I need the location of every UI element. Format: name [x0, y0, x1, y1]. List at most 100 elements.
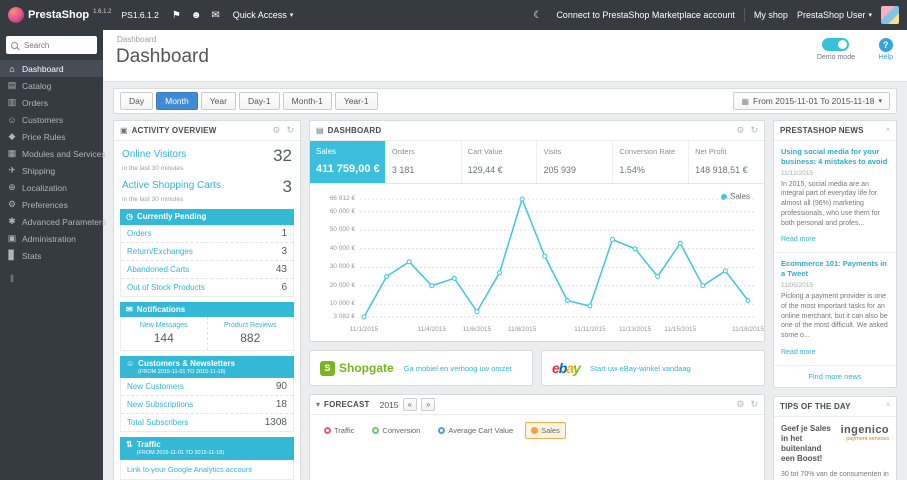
sidebar-item-advanced-parameters[interactable]: ✱ Advanced Parameters: [0, 213, 106, 230]
sidebar-item-customers[interactable]: ☺ Customers: [0, 111, 103, 128]
chart-data-point[interactable]: [451, 275, 457, 281]
refresh-icon[interactable]: ↻: [750, 399, 758, 410]
pending-orders-row[interactable]: Orders 1: [121, 225, 293, 243]
currently-pending-header: ◷ Currently Pending: [120, 209, 294, 225]
forecast-conversion-toggle[interactable]: Conversion: [366, 422, 426, 439]
chart-data-point[interactable]: [474, 309, 480, 315]
chart-data-point[interactable]: [722, 268, 728, 274]
chart-data-point[interactable]: [745, 298, 751, 304]
sidebar-item-shipping[interactable]: ✈ Shipping: [0, 162, 103, 179]
filter-month-1-button[interactable]: Month-1: [282, 92, 332, 110]
sidebar-item-label: Stats: [22, 250, 42, 261]
previous-year-button[interactable]: «: [402, 398, 417, 411]
demo-mode-toggle[interactable]: Demo mode: [817, 38, 855, 61]
chart-data-point[interactable]: [384, 273, 390, 279]
prestashop-logo-icon: [8, 7, 24, 23]
gear-icon[interactable]: ⚙: [272, 125, 280, 136]
forecast-sales-toggle[interactable]: Sales: [525, 422, 566, 439]
forecast-year[interactable]: 2015: [380, 400, 399, 410]
sidebar-item-localization[interactable]: ⊕ Localization: [0, 179, 103, 196]
refresh-icon[interactable]: ↻: [286, 125, 294, 136]
user-menu[interactable]: PrestaShop User ▾: [797, 10, 872, 20]
kpi-conversion-rate-tab[interactable]: Conversion Rate 1.54%: [613, 141, 690, 183]
gear-icon[interactable]: ⚙: [736, 399, 744, 410]
filter-year-1-button[interactable]: Year-1: [334, 92, 378, 110]
kpi-visits-tab[interactable]: Visits 205 939: [537, 141, 614, 183]
chart-data-point[interactable]: [361, 314, 367, 320]
chart-data-point[interactable]: [429, 283, 435, 289]
next-year-button[interactable]: »: [421, 398, 436, 411]
sidebar-item-catalog[interactable]: ▤ Catalog: [0, 77, 103, 94]
active-carts-link[interactable]: Active Shopping Carts: [122, 180, 221, 191]
sidebar-item-dashboard[interactable]: ⌂ Dashboard: [0, 60, 103, 77]
sidebar-search[interactable]: [6, 36, 97, 54]
forecast-traffic-toggle[interactable]: Traffic: [318, 422, 360, 439]
chart-data-point[interactable]: [564, 298, 570, 304]
pending-returns-row[interactable]: Return/Exchanges 3: [121, 243, 293, 261]
news-article-title[interactable]: Ecommerce 101: Payments in a Tweet: [781, 259, 889, 279]
new-customers-row[interactable]: New Customers 90: [121, 378, 293, 397]
read-more-link[interactable]: Read more: [781, 349, 816, 356]
quick-access-menu[interactable]: Quick Access ▾: [233, 10, 294, 20]
new-subscriptions-row[interactable]: New Subscriptions 18: [121, 396, 293, 415]
filter-day-1-button[interactable]: Day-1: [238, 92, 280, 110]
date-range-picker[interactable]: ▦ From 2015-11-01 To 2015-11-18 ▾: [733, 92, 890, 110]
kpi-sales-tab[interactable]: Sales 411 759,00 €: [310, 141, 386, 183]
prestashop-logo[interactable]: PrestaShop 1.6.1.2: [0, 7, 120, 23]
online-visitors-link[interactable]: Online Visitors: [122, 149, 186, 160]
moon-icon[interactable]: ☾: [533, 10, 542, 21]
new-messages-cell[interactable]: New Messages 144: [121, 317, 208, 351]
sidebar-item-price-rules[interactable]: ◆ Price Rules: [0, 128, 103, 145]
chart-data-point[interactable]: [406, 259, 412, 265]
chart-data-point[interactable]: [542, 253, 548, 259]
kpi-cart-value-tab[interactable]: Cart Value 129,44 €: [462, 141, 538, 183]
messages-notifications-icon[interactable]: ✉: [211, 10, 219, 21]
search-input[interactable]: [22, 39, 92, 51]
filter-year-button[interactable]: Year: [200, 92, 236, 110]
total-subscribers-row[interactable]: Total Subscribers 1308: [121, 414, 293, 431]
product-reviews-cell[interactable]: Product Reviews 882: [208, 317, 294, 350]
filter-month-button[interactable]: Month: [156, 92, 198, 110]
chart-data-point[interactable]: [677, 240, 683, 246]
chart-data-point[interactable]: [519, 196, 525, 202]
marketplace-link[interactable]: Connect to PrestaShop Marketplace accoun…: [556, 10, 735, 20]
find-more-news-link[interactable]: Find more news: [774, 364, 896, 387]
chart-data-point[interactable]: [700, 283, 706, 289]
sidebar-item-administration[interactable]: ▣ Administration: [0, 230, 103, 247]
news-article-title[interactable]: Using social media for your business: 4 …: [781, 147, 889, 167]
collapse-panel-icon[interactable]: ^: [886, 401, 890, 411]
chart-data-point[interactable]: [587, 303, 593, 309]
help-button[interactable]: ? Help: [879, 38, 893, 61]
toggle-switch[interactable]: [822, 38, 850, 51]
avatar[interactable]: [881, 6, 899, 24]
collapse-panel-icon[interactable]: ^: [886, 126, 890, 136]
sidebar-item-stats[interactable]: ▊ Stats: [0, 247, 103, 264]
google-analytics-link[interactable]: Link to your Google Analytics account: [120, 459, 294, 480]
forecast-average-cart-toggle[interactable]: Average Cart Value: [432, 422, 519, 439]
sidebar-item-orders[interactable]: ▥ Orders: [0, 94, 103, 111]
kpi-orders-tab[interactable]: Orders 3 181: [386, 141, 462, 183]
news-article-excerpt: Picking a payment provider is one of the…: [781, 292, 888, 340]
ebay-ad[interactable]: ebay Start uw eBay-winkel vandaag: [541, 350, 765, 386]
gear-icon[interactable]: ⚙: [736, 125, 744, 136]
my-shop-link[interactable]: My shop: [754, 10, 788, 20]
abandoned-carts-row[interactable]: Abandoned Carts 43: [121, 261, 293, 279]
sidebar-item-modules[interactable]: ▦ Modules and Services: [0, 145, 106, 162]
shopgate-ad-link[interactable]: Ga mobiel en verhoog uw omzet: [404, 364, 512, 373]
filter-day-button[interactable]: Day: [120, 92, 154, 110]
sidebar-item-preferences[interactable]: ⚙ Preferences: [0, 196, 103, 213]
collapse-sidebar-icon[interactable]: ‖: [10, 274, 103, 285]
read-more-link[interactable]: Read more: [781, 236, 816, 243]
out-of-stock-row[interactable]: Out of Stock Products 6: [121, 279, 293, 296]
ebay-ad-link[interactable]: Start uw eBay-winkel vandaag: [590, 364, 691, 373]
refresh-icon[interactable]: ↻: [750, 125, 758, 136]
chart-data-point[interactable]: [497, 270, 503, 276]
shopgate-ad[interactable]: S Shopgate Ga mobiel en verhoog uw omzet: [309, 350, 533, 386]
chevron-down-icon: ▾: [289, 12, 294, 19]
chart-data-point[interactable]: [655, 273, 661, 279]
chart-data-point[interactable]: [632, 246, 638, 252]
orders-notifications-icon[interactable]: ⚑: [172, 10, 181, 21]
kpi-net-profit-tab[interactable]: Net Profit 148 918,51 €: [689, 141, 764, 183]
chart-data-point[interactable]: [609, 237, 615, 243]
customers-notifications-icon[interactable]: ☻: [191, 10, 202, 21]
